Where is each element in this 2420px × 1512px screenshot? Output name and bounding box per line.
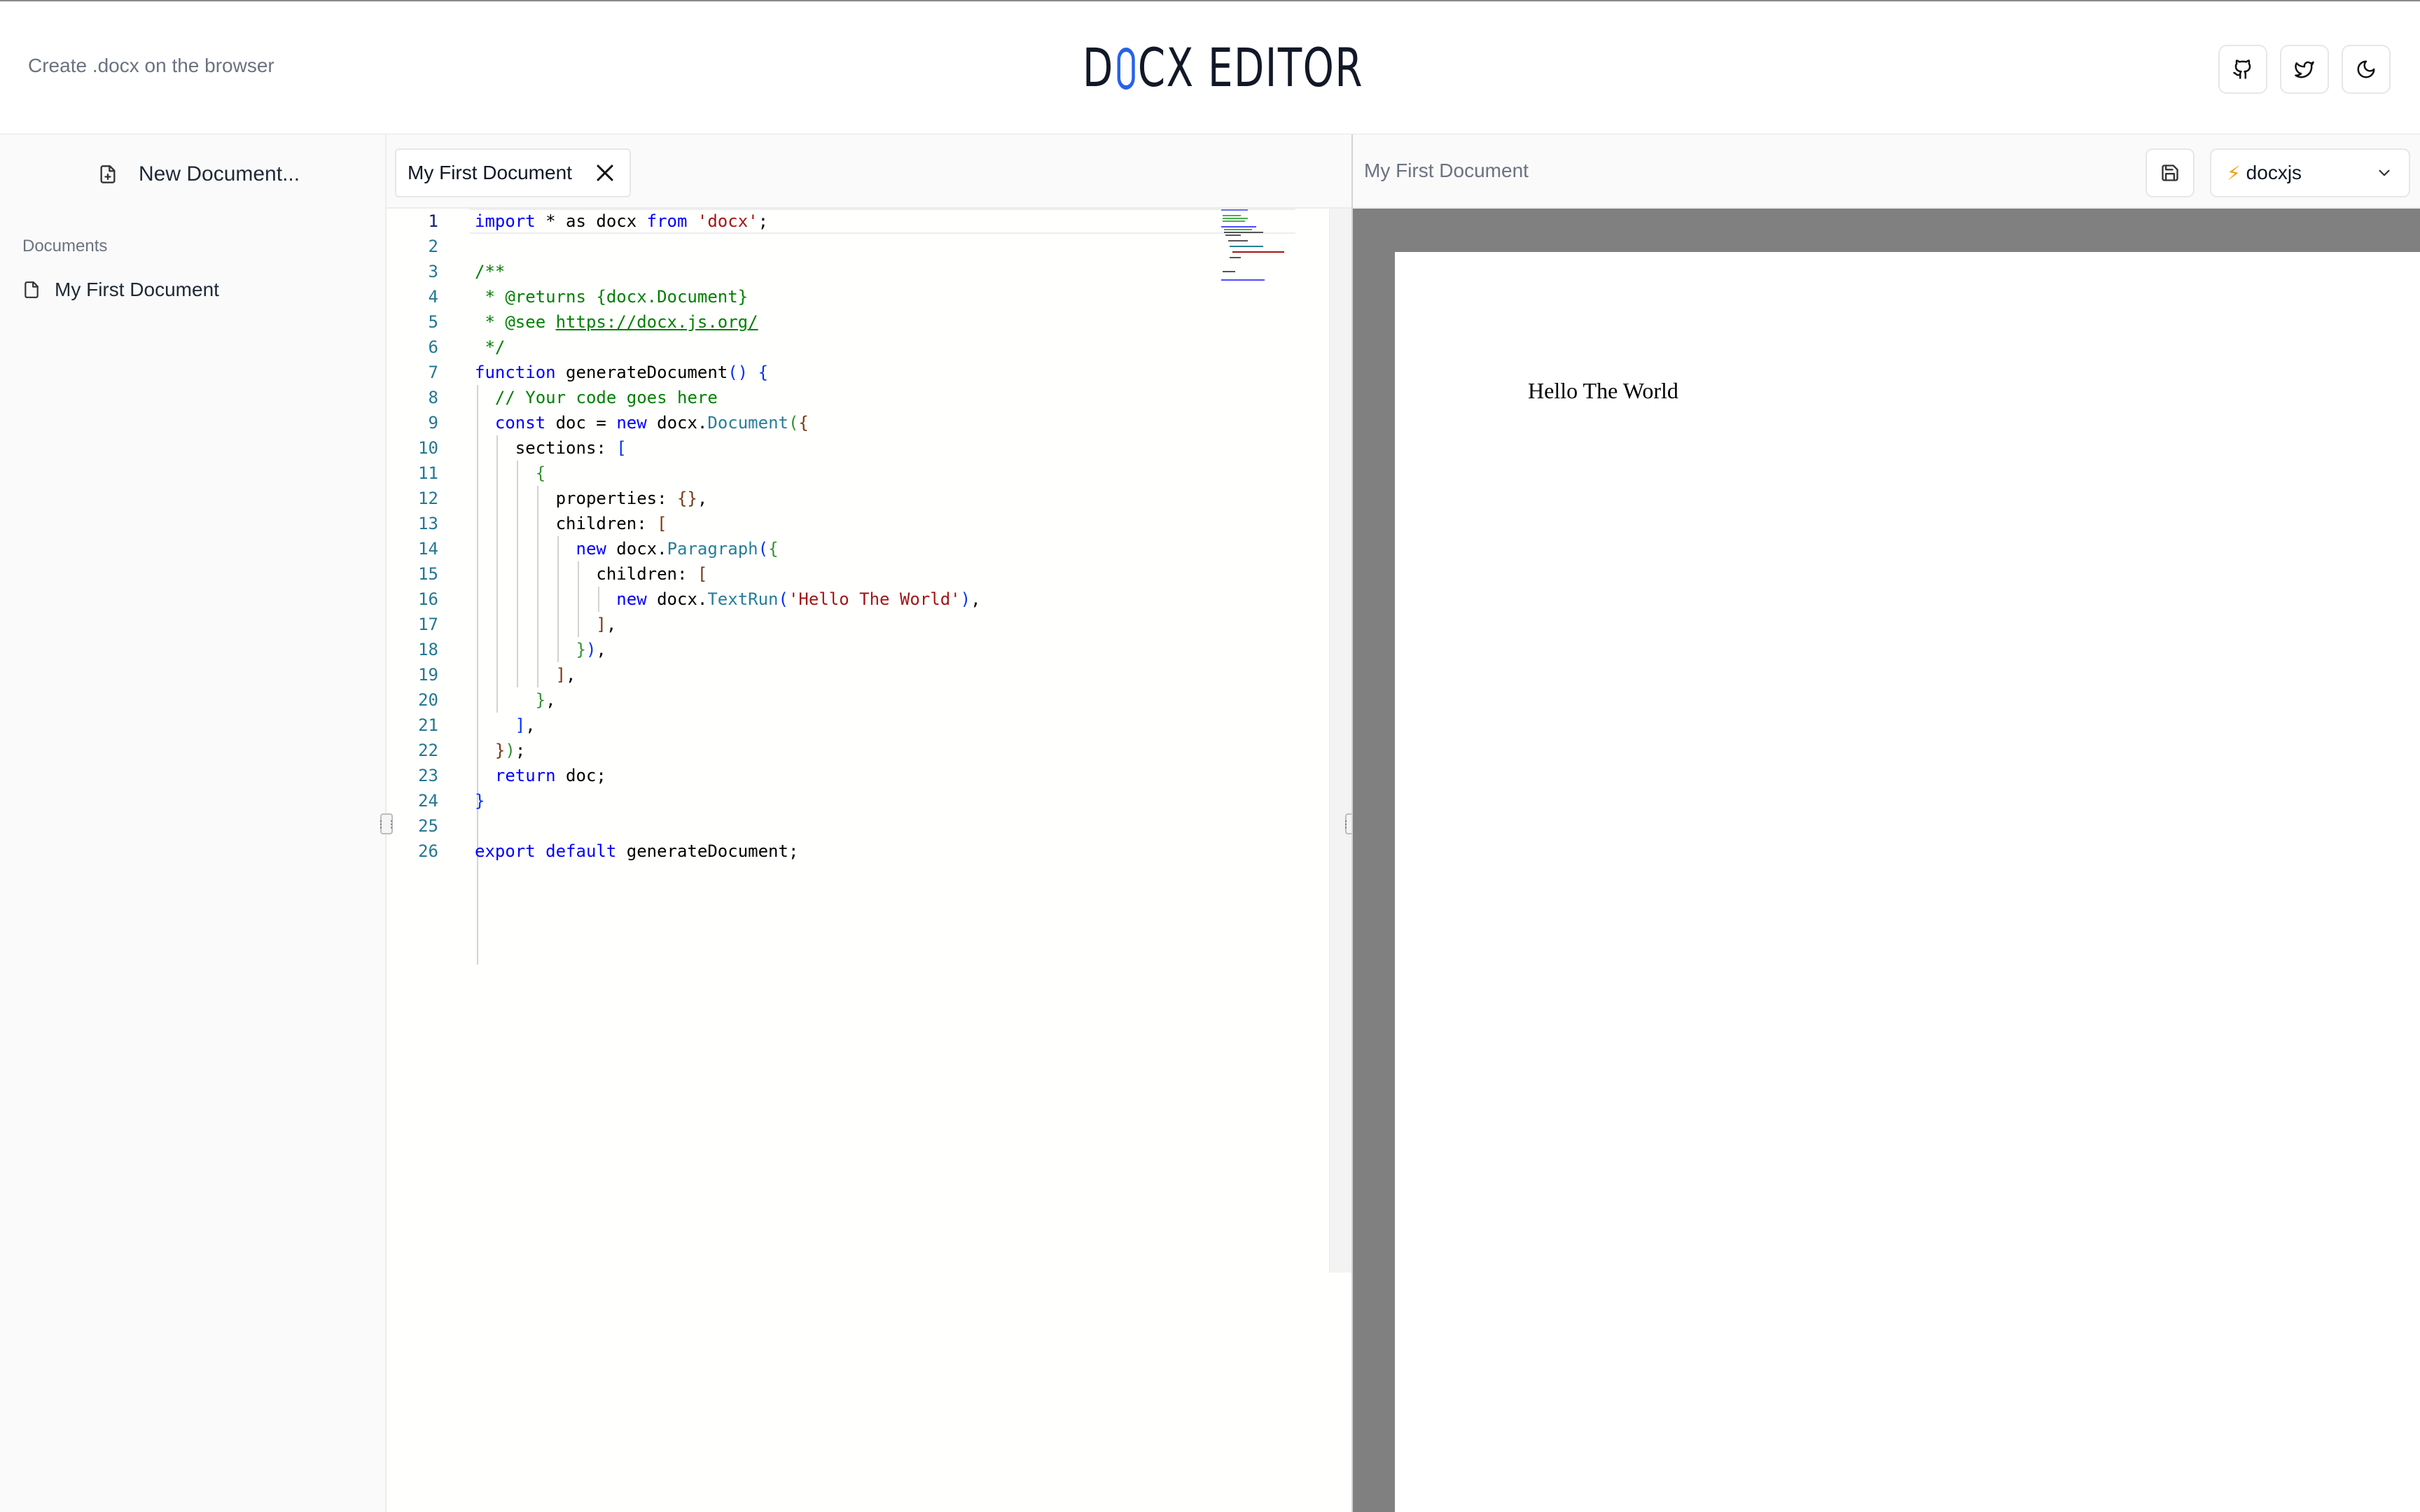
new-document-button[interactable]: New Document... [98,162,300,186]
save-button[interactable] [2146,148,2195,197]
line-number: 17 [418,615,438,634]
line-number: 21 [418,715,438,735]
documents-heading: Documents [22,237,108,255]
preview-panel: My First Document ⚡ docxjs Hello The Wor… [1351,134,2420,1512]
tab-my-first-document[interactable]: My First Document [395,148,631,197]
theme-toggle-button[interactable] [2342,45,2391,94]
line-number: 7 [428,363,438,382]
paperclip-icon [1117,48,1135,90]
preview-title: My First Document [1364,160,1529,181]
code-editor-panel: My First Document 1 2 3 4 5 6 7 8 9 10 1… [387,134,1351,1512]
twitter-button[interactable] [2280,45,2329,94]
line-number: 20 [418,690,438,710]
page-paragraph: Hello The World [1528,378,1678,403]
code-line: new docx.Paragraph({ [576,539,779,559]
code-line: ], [555,665,576,685]
file-plus-icon [100,165,116,183]
code-line: function generateDocument() { [475,363,769,382]
code-line: // Your code goes here [494,388,718,407]
github-button[interactable] [2218,45,2267,94]
line-number: 11 [418,463,438,483]
sidebar-item-my-first-document[interactable]: My First Document [22,279,219,301]
chevron-down-icon [2379,169,2390,176]
line-number: 9 [428,413,438,433]
line-number: 10 [418,438,438,458]
line-number: 18 [418,640,438,659]
line-number: 16 [418,589,438,609]
code-area[interactable]: 1 2 3 4 5 6 7 8 9 10 11 12 13 14 15 16 1… [387,209,1329,1273]
line-number: 14 [418,539,438,559]
engine-select[interactable]: ⚡ docxjs [2210,148,2410,197]
tagline: Create .docx on the browser [28,55,274,76]
code-minimap[interactable] [1220,209,1297,286]
logo-text-left: D [1083,36,1114,99]
bolt-icon: ⚡ [2227,162,2241,184]
code-line: ], [515,715,536,735]
code-line: /** [475,262,506,281]
app-logo: D CX EDITOR [1083,36,1363,99]
code-line: */ [475,337,506,357]
code-line: return doc; [494,766,606,785]
github-icon [2233,59,2251,79]
code-line: children: [ [475,564,708,584]
line-number: 1 [428,211,438,231]
line-number: 22 [418,741,438,760]
line-number: 4 [428,287,438,307]
code-line: }), [576,640,606,659]
code-line: }); [494,741,526,760]
code-line: }, [535,690,556,710]
code-line: sections: [ [475,438,627,458]
line-number: 2 [428,237,438,256]
editor-vertical-scrollbar[interactable] [1329,209,1351,1273]
line-number: 8 [428,388,438,407]
code-line: import * as docx from 'docx'; [475,211,769,231]
code-line: { [535,463,546,483]
line-number: 12 [418,489,438,508]
close-icon[interactable] [594,162,616,183]
line-number: 26 [418,841,438,861]
sidebar-resize-handle[interactable]: ⋮⋮ [376,813,396,834]
code-line: } [475,791,485,811]
logo-text-right: CX EDITOR [1137,36,1363,99]
line-number: 24 [418,791,438,811]
file-icon [25,281,39,298]
code-line: new docx.TextRun('Hello The World'), [616,589,981,609]
code-line: * @see https://docx.js.org/ [475,312,758,332]
code-line: children: [ [475,514,667,533]
new-document-label: New Document... [139,162,300,186]
line-number: 23 [418,766,438,785]
line-number: 6 [428,337,438,357]
engine-select-value: docxjs [2246,162,2302,183]
document-title: My First Document [55,279,219,300]
moon-icon [2357,60,2375,78]
line-number: 19 [418,665,438,685]
code-line: export default generateDocument; [475,841,799,861]
line-number: 5 [428,312,438,332]
editor-tab-bar: My First Document [387,134,1351,209]
line-number: 13 [418,514,438,533]
tab-label: My First Document [408,162,572,183]
line-number: 3 [428,262,438,281]
twitter-icon [2295,61,2314,78]
code-line: * @returns {docx.Document} [475,287,749,307]
document-page: Hello The World [1395,252,2420,1512]
preview-toolbar: My First Document ⚡ docxjs [1353,134,2420,209]
sidebar: New Document... Documents My First Docum… [0,134,387,1512]
app-header: Create .docx on the browser D CX EDITOR [0,0,2420,134]
code-line: ], [596,615,617,634]
code-line: properties: {}, [475,489,708,508]
save-icon [2162,164,2178,181]
code-line: const doc = new docx.Document({ [494,413,809,433]
line-number: 15 [418,564,438,584]
